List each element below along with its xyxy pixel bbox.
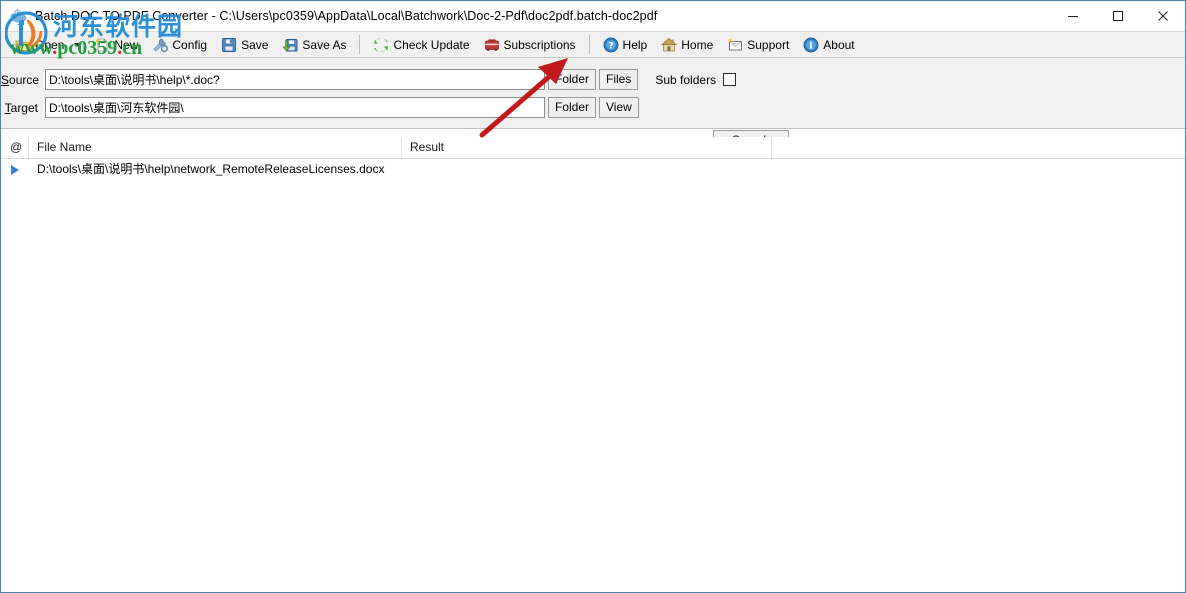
help-question-icon: ? xyxy=(603,37,619,53)
svg-text:?: ? xyxy=(608,41,613,51)
source-row: Source Folder Files Sub folders xyxy=(1,69,1185,90)
toolbar-label-config: Config xyxy=(172,38,207,52)
new-document-icon xyxy=(94,37,110,53)
sub-folders-checkbox[interactable] xyxy=(723,73,736,86)
minimize-icon[interactable] xyxy=(1050,1,1095,31)
toolbar-button-home[interactable]: Home xyxy=(655,33,719,57)
toolbar-button-config[interactable]: Config xyxy=(146,33,213,57)
sub-folders-label: Sub folders xyxy=(655,73,716,87)
toolbar-button-new[interactable]: New xyxy=(88,33,144,57)
toolbar-label-save: Save xyxy=(241,38,268,52)
source-input[interactable] xyxy=(45,69,545,90)
maximize-icon[interactable] xyxy=(1095,1,1140,31)
about-info-icon: i xyxy=(803,37,819,53)
save-floppy-icon xyxy=(221,37,237,53)
parameters-panel: Source Folder Files Sub folders Target F… xyxy=(1,58,1185,129)
toolbar-button-save-as[interactable]: Save As xyxy=(276,33,352,57)
source-label: Source xyxy=(1,73,45,87)
close-icon[interactable] xyxy=(1140,1,1185,31)
toolbar-label-check-update: Check Update xyxy=(393,38,469,52)
target-folder-button[interactable]: Folder xyxy=(548,97,596,118)
toolbar-label-about: About xyxy=(823,38,854,52)
save-as-floppy-icon xyxy=(282,37,298,53)
window-controls xyxy=(1050,1,1185,31)
toolbar-button-about[interactable]: i About xyxy=(797,33,860,57)
toolbar-label-save-as: Save As xyxy=(302,38,346,52)
open-folder-icon xyxy=(15,37,31,53)
target-input[interactable] xyxy=(45,97,545,118)
toolbar-label-new: New xyxy=(114,38,138,52)
file-list[interactable]: @ File Name Result D:\tools\桌面\说明书\help\… xyxy=(2,137,1186,591)
open-dropdown-chevron-down-icon[interactable] xyxy=(72,34,84,56)
title-bar: Batch DOC TO PDF Converter - C:\Users\pc… xyxy=(1,1,1185,31)
toolbar-button-support[interactable]: Support xyxy=(721,33,795,57)
toolbar-label-support: Support xyxy=(747,38,789,52)
support-envelope-icon xyxy=(727,37,743,53)
toolbar-label-help: Help xyxy=(623,38,648,52)
toolbar-button-save[interactable]: Save xyxy=(215,33,274,57)
toolbar-button-subscriptions[interactable]: Subscriptions xyxy=(478,33,582,57)
toolbar-separator-1 xyxy=(359,35,360,54)
toolbar: Open New Config xyxy=(1,31,1185,58)
config-tools-icon xyxy=(152,37,168,53)
toolbar-button-open[interactable]: Open xyxy=(9,33,70,57)
target-row: Target Folder View xyxy=(1,97,1185,118)
toolbar-button-help[interactable]: ? Help xyxy=(597,33,654,57)
home-house-icon xyxy=(661,37,677,53)
target-label: Target xyxy=(1,101,45,115)
toolbar-label-subscriptions: Subscriptions xyxy=(504,38,576,52)
toolbar-separator-2 xyxy=(589,35,590,54)
column-header-at[interactable]: @ xyxy=(2,137,29,158)
toolbar-label-home: Home xyxy=(681,38,713,52)
play-triangle-icon xyxy=(11,165,19,175)
toolbar-button-check-update[interactable]: Check Update xyxy=(367,33,475,57)
source-folder-button[interactable]: Folder xyxy=(548,69,596,90)
column-header-result[interactable]: Result xyxy=(402,137,772,158)
toolbar-label-open: Open xyxy=(35,38,64,52)
sub-folders-group: Sub folders xyxy=(655,73,736,87)
batch-converter-icon xyxy=(10,7,28,25)
column-header-file-name[interactable]: File Name xyxy=(29,137,402,158)
source-files-button[interactable]: Files xyxy=(599,69,638,90)
refresh-update-icon xyxy=(373,37,389,53)
subscriptions-icon xyxy=(484,37,500,53)
application-window: Batch DOC TO PDF Converter - C:\Users\pc… xyxy=(0,0,1186,593)
svg-text:i: i xyxy=(810,41,814,51)
window-title: Batch DOC TO PDF Converter - C:\Users\pc… xyxy=(35,9,657,23)
target-view-button[interactable]: View xyxy=(599,97,639,118)
list-header: @ File Name Result xyxy=(2,137,1186,159)
table-row[interactable]: D:\tools\桌面\说明书\help\network_RemoteRelea… xyxy=(2,159,1186,180)
table-cell-file-name: D:\tools\桌面\说明书\help\network_RemoteRelea… xyxy=(37,159,385,180)
